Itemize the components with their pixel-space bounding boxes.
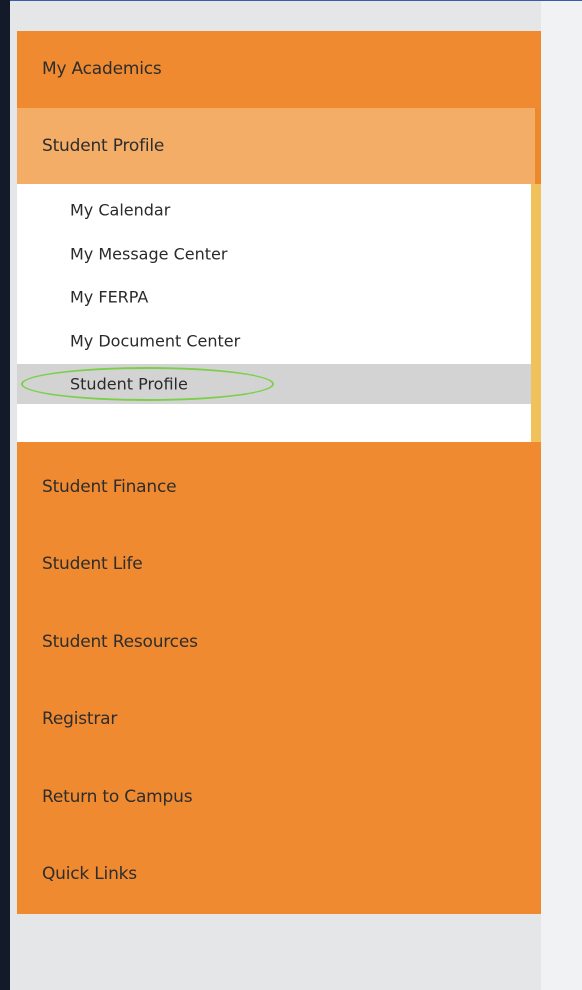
- student-profile-submenu: My Calendar My Message Center My FERPA M…: [17, 184, 541, 442]
- submenu-scroll-edge: [531, 184, 541, 442]
- sidebar-item-label: My Academics: [42, 59, 162, 79]
- sidebar-item-quick-links[interactable]: Quick Links: [17, 836, 541, 912]
- sidebar-nav: My Academics Student Profile My Calendar…: [17, 31, 541, 914]
- sidebar-item-label: Quick Links: [42, 864, 137, 884]
- submenu-item-label: My Calendar: [70, 200, 171, 220]
- sidebar-item-label: Registrar: [42, 709, 118, 729]
- sidebar-item-label: Student Life: [42, 554, 143, 574]
- active-item-edge: [535, 108, 541, 184]
- sidebar-item-return-to-campus[interactable]: Return to Campus: [17, 759, 541, 835]
- sidebar-item-student-profile[interactable]: Student Profile: [17, 108, 541, 184]
- sidebar-item-label: Student Finance: [42, 477, 177, 497]
- submenu-item-label: My FERPA: [70, 287, 149, 307]
- sidebar-item-label: Student Resources: [42, 632, 198, 652]
- content-area-edge: [541, 1, 582, 990]
- sidebar-item-student-life[interactable]: Student Life: [17, 526, 541, 602]
- submenu-item-label: My Document Center: [70, 331, 241, 351]
- submenu-item-label: Student Profile: [70, 374, 188, 394]
- submenu-item-student-profile[interactable]: Student Profile: [17, 364, 531, 404]
- submenu-item-my-calendar[interactable]: My Calendar: [17, 190, 531, 230]
- submenu-item-my-message-center[interactable]: My Message Center: [17, 234, 531, 274]
- sidebar-item-student-resources[interactable]: Student Resources: [17, 604, 541, 680]
- sidebar-item-my-academics[interactable]: My Academics: [17, 31, 541, 107]
- sidebar-item-student-finance[interactable]: Student Finance: [17, 449, 541, 525]
- left-edge-rail: [0, 0, 10, 990]
- submenu-item-label: My Message Center: [70, 244, 228, 264]
- submenu-item-my-ferpa[interactable]: My FERPA: [17, 277, 531, 317]
- sidebar-item-label: Return to Campus: [42, 787, 193, 807]
- submenu-item-my-document-center[interactable]: My Document Center: [17, 321, 531, 361]
- sidebar-item-label: Student Profile: [42, 136, 165, 156]
- sidebar-item-registrar[interactable]: Registrar: [17, 681, 541, 757]
